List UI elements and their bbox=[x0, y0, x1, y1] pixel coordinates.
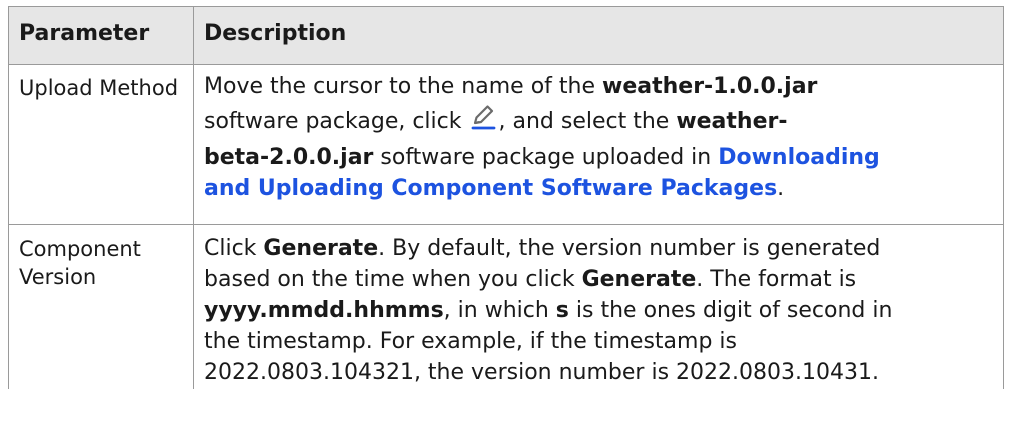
link-downloading-uploading[interactable]: Downloading bbox=[718, 145, 880, 170]
desc-text: software package, click bbox=[204, 109, 469, 134]
link-downloading-uploading[interactable]: and Uploading Component Software Package… bbox=[204, 176, 777, 201]
desc-line: and Uploading Component Software Package… bbox=[204, 173, 993, 204]
desc-line: software package, click , and select the… bbox=[204, 102, 993, 142]
description-component-version: Click Generate. By default, the version … bbox=[193, 224, 1004, 389]
desc-line: based on the time when you click Generat… bbox=[204, 264, 993, 295]
desc-line: beta-2.0.0.jar software package uploaded… bbox=[204, 142, 993, 173]
seconds-term: s bbox=[555, 298, 569, 323]
description-upload-method: Move the cursor to the name of the weath… bbox=[193, 64, 1004, 225]
desc-line: Click Generate. By default, the version … bbox=[204, 233, 993, 264]
table-header-row: Parameter Description bbox=[8, 6, 1004, 65]
header-description: Description bbox=[193, 6, 1004, 65]
desc-text: software package uploaded in bbox=[373, 145, 719, 170]
desc-text: . bbox=[777, 176, 785, 201]
desc-text: based on the time when you click bbox=[204, 267, 582, 292]
desc-text: , and select the bbox=[498, 109, 677, 134]
desc-text: Click bbox=[204, 236, 264, 261]
desc-text: . The format is bbox=[696, 267, 857, 292]
table-row: Upload Method Move the cursor to the nam… bbox=[8, 64, 1004, 225]
param-component-version: Component Version bbox=[8, 224, 194, 389]
desc-line: 2022.0803.104321, the version number is … bbox=[204, 360, 879, 385]
desc-line: Move the cursor to the name of the weath… bbox=[204, 71, 993, 102]
desc-line: the timestamp. For example, if the times… bbox=[204, 329, 737, 354]
parameter-table: Parameter Description Upload Method Move… bbox=[8, 6, 1004, 389]
package-name-new: weather- bbox=[676, 109, 788, 134]
header-parameter: Parameter bbox=[8, 6, 194, 65]
desc-text: , in which bbox=[443, 298, 556, 323]
package-name-current: weather-1.0.0.jar bbox=[602, 74, 818, 99]
generate-term: Generate bbox=[581, 267, 697, 292]
desc-line: yyyy.mmdd.hhmms, in which s is the ones … bbox=[204, 295, 993, 326]
table-row: Component Version Click Generate. By def… bbox=[8, 224, 1004, 389]
package-name-new: beta-2.0.0.jar bbox=[204, 145, 374, 170]
desc-text: Move the cursor to the name of the bbox=[204, 74, 602, 99]
edit-pencil-icon bbox=[468, 102, 498, 132]
generate-term: Generate bbox=[263, 236, 379, 261]
desc-text: . By default, the version number is gene… bbox=[378, 236, 881, 261]
desc-text: is the ones digit of second in bbox=[568, 298, 893, 323]
version-format: yyyy.mmdd.hhmms bbox=[204, 298, 444, 323]
param-upload-method: Upload Method bbox=[8, 64, 194, 225]
